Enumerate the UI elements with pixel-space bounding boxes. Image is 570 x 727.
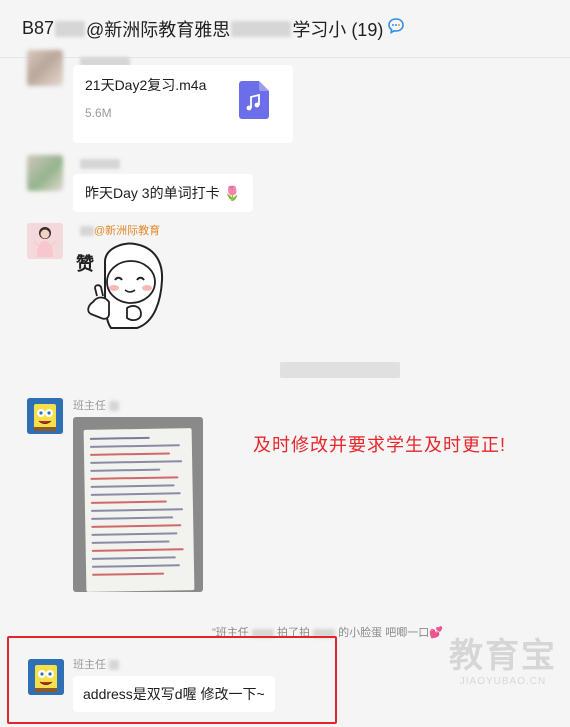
sticker-caption: 赞 bbox=[76, 254, 94, 274]
message-text: 昨天Day 3的单词打卡 bbox=[85, 185, 220, 201]
chat-bubble-icon[interactable] bbox=[387, 17, 405, 40]
redacted-text bbox=[80, 159, 120, 170]
timestamp-redacted bbox=[280, 362, 400, 378]
avatar[interactable] bbox=[27, 223, 63, 259]
text-message[interactable]: 昨天Day 3的单词打卡 🌷 bbox=[73, 174, 253, 212]
watermark: 教育宝 JIAOYUBAO.CN bbox=[438, 636, 568, 687]
sticker-message[interactable]: 赞 bbox=[75, 240, 175, 335]
avatar[interactable] bbox=[27, 398, 63, 434]
file-message[interactable]: 21天Day2复习.m4a 5.6M bbox=[73, 65, 293, 143]
chat-title-prefix: B87 bbox=[22, 18, 55, 38]
chat-title-middle: @新洲际教育雅思 bbox=[86, 19, 231, 40]
vocabulary-sheet-photo bbox=[83, 428, 195, 592]
redacted-text bbox=[80, 226, 94, 237]
chat-header: B87 @新洲际教育雅思 学习小 (19) bbox=[0, 0, 570, 58]
file-name: 21天Day2复习.m4a bbox=[85, 77, 207, 93]
highlight-box bbox=[7, 636, 337, 724]
chat-title-suffix: 学习小 (19) bbox=[292, 19, 384, 40]
redacted-text bbox=[109, 401, 120, 412]
avatar[interactable] bbox=[27, 155, 63, 191]
sender-name: 班主任 bbox=[73, 397, 120, 413]
watermark-url: JIAOYUBAO.CN bbox=[459, 676, 547, 687]
annotation-text: 及时修改并要求学生及时更正! bbox=[253, 435, 506, 455]
image-message[interactable] bbox=[73, 417, 203, 592]
redacted-text bbox=[231, 20, 292, 37]
watermark-logo: 教育宝 bbox=[449, 637, 557, 675]
sender-name: @新洲际教育 bbox=[80, 222, 160, 238]
chat-window: B87 @新洲际教育雅思 学习小 (19) 21天Day2复习.m4a 5.6M bbox=[0, 0, 570, 727]
sender-name bbox=[80, 158, 120, 170]
redacted-text bbox=[55, 20, 86, 37]
music-file-icon bbox=[239, 81, 269, 124]
tulip-emoji: 🌷 bbox=[223, 185, 241, 201]
avatar[interactable] bbox=[27, 50, 63, 86]
